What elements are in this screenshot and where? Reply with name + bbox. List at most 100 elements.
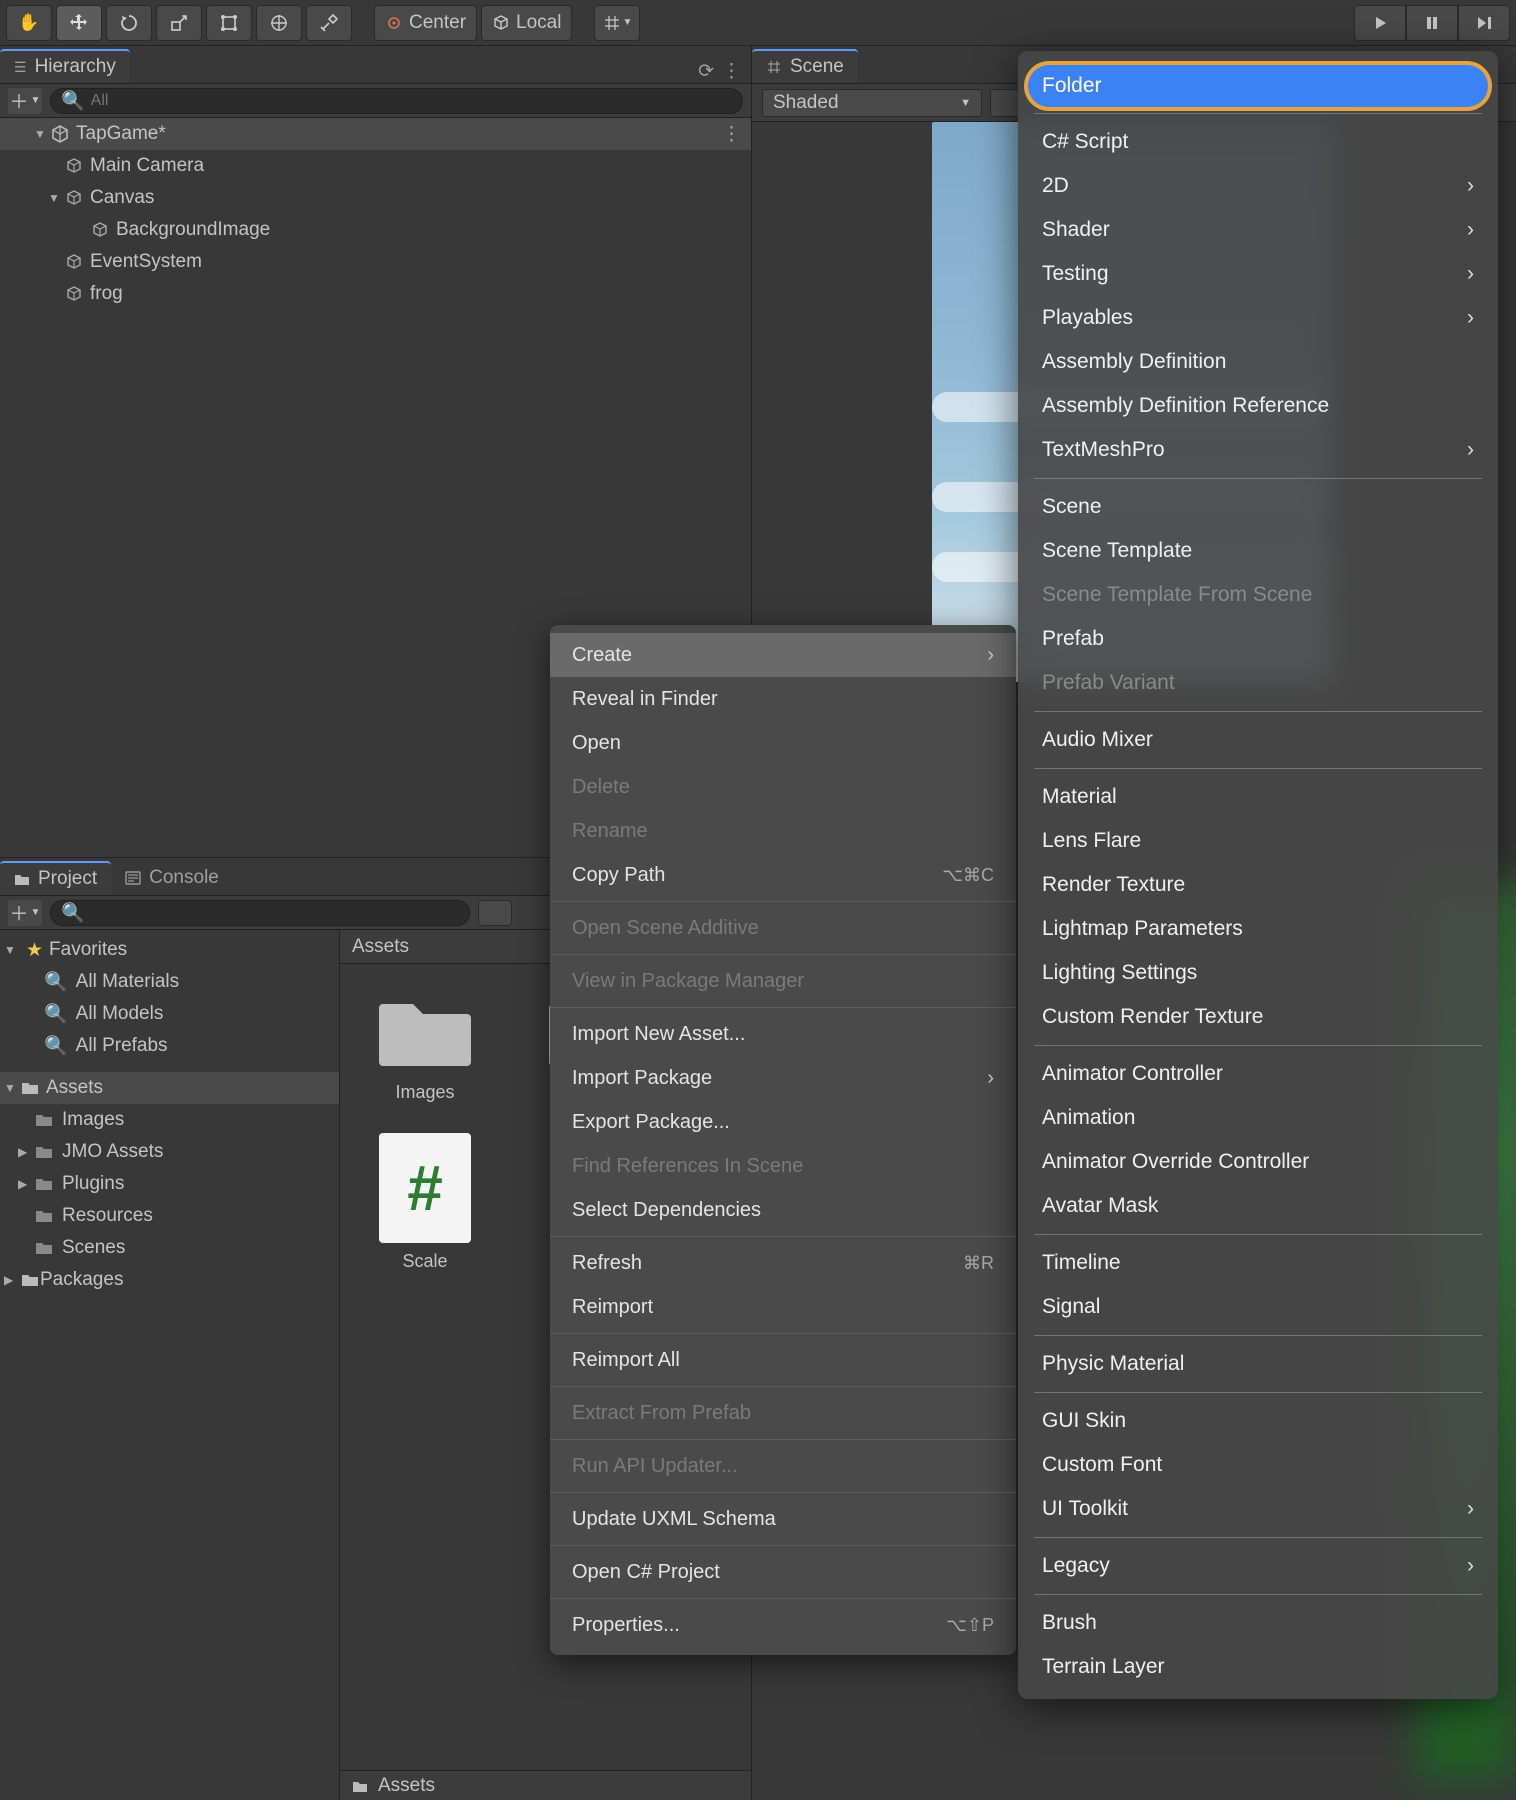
scale-tool-button[interactable] [156,5,202,41]
assets-header[interactable]: ▼ Assets [0,1072,339,1104]
hierarchy-item[interactable]: ▼Canvas [0,182,751,214]
context-menu-item[interactable]: Create› [550,633,1016,677]
create-menu-item[interactable]: Avatar Mask [1018,1184,1498,1228]
step-button[interactable] [1458,5,1510,41]
project-search-input[interactable] [91,904,459,922]
project-context-menu: Create›Reveal in FinderOpenDeleteRenameC… [550,625,1016,1655]
pivot-mode-button[interactable]: Center [374,5,477,41]
context-menu-item[interactable]: Reimport [550,1285,1016,1329]
project-grid-header-label: Assets [352,936,409,958]
create-menu-item[interactable]: TextMeshPro› [1018,428,1498,472]
favorite-item[interactable]: 🔍All Materials [0,966,339,998]
lock-icon[interactable]: ⟳ [698,60,714,83]
create-menu-item[interactable]: Lens Flare [1018,819,1498,863]
scene-menu-button[interactable]: ⋮ [722,123,741,146]
snap-button[interactable]: ▼ [594,5,640,41]
chevron-right-icon: › [1467,306,1474,330]
project-folder-item[interactable]: ▶Plugins [0,1168,339,1200]
project-folder-label: Images [62,1109,124,1131]
pause-button[interactable] [1406,5,1458,41]
context-menu-item[interactable]: Properties...⌥⇧P [550,1603,1016,1647]
play-button[interactable] [1354,5,1406,41]
create-menu-item[interactable]: Render Texture [1018,863,1498,907]
context-menu-item[interactable]: Refresh⌘R [550,1241,1016,1285]
favorite-item[interactable]: 🔍All Prefabs [0,1030,339,1062]
shading-mode-label: Shaded [773,92,839,114]
project-folder-item[interactable]: Resources [0,1200,339,1232]
create-menu-item-label: Assembly Definition [1042,350,1226,374]
create-menu-item[interactable]: UI Toolkit› [1018,1487,1498,1531]
create-menu-item[interactable]: Scene [1018,485,1498,529]
project-folder-item[interactable]: Images [0,1104,339,1136]
create-menu-item[interactable]: Assembly Definition Reference [1018,384,1498,428]
create-menu-item[interactable]: Physic Material [1018,1342,1498,1386]
create-menu-item[interactable]: Brush [1018,1601,1498,1645]
more-icon[interactable]: ⋮ [722,60,741,83]
project-tab[interactable]: Project [0,861,111,895]
console-tab[interactable]: Console [111,861,233,895]
project-filter-button[interactable] [478,900,512,926]
project-folder-item[interactable]: Scenes [0,1232,339,1264]
scene-tab[interactable]: Scene [752,49,858,83]
create-menu-item[interactable]: Legacy› [1018,1544,1498,1588]
create-menu-item[interactable]: Folder [1028,65,1488,107]
project-folder-item[interactable]: ▶JMO Assets [0,1136,339,1168]
create-menu-item[interactable]: Audio Mixer [1018,718,1498,762]
create-menu-item[interactable]: Animation [1018,1096,1498,1140]
packages-header[interactable]: ▶ Packages [0,1264,339,1296]
hierarchy-item[interactable]: Main Camera [0,150,751,182]
context-menu-item[interactable]: Update UXML Schema [550,1497,1016,1541]
create-menu-item[interactable]: Signal [1018,1285,1498,1329]
context-menu-item[interactable]: Open [550,721,1016,765]
create-menu-item[interactable]: Playables› [1018,296,1498,340]
context-menu-item[interactable]: Export Package... [550,1100,1016,1144]
transform-tool-button[interactable] [256,5,302,41]
project-grid-item[interactable]: #Scale [360,1133,490,1272]
create-menu-item[interactable]: Custom Render Texture [1018,995,1498,1039]
context-menu-item: Open Scene Additive [550,906,1016,950]
context-menu-item[interactable]: Reimport All [550,1338,1016,1382]
coordinate-mode-button[interactable]: Local [481,5,572,41]
context-menu-item[interactable]: Copy Path⌥⌘C [550,853,1016,897]
context-menu-item[interactable]: Select Dependencies [550,1188,1016,1232]
hierarchy-item[interactable]: EventSystem [0,246,751,278]
hand-tool-button[interactable]: ✋ [6,5,52,41]
create-menu-item[interactable]: Animator Override Controller [1018,1140,1498,1184]
create-menu-item[interactable]: Assembly Definition [1018,340,1498,384]
create-menu-item[interactable]: Animator Controller [1018,1052,1498,1096]
create-menu-item[interactable]: Custom Font [1018,1443,1498,1487]
favorites-header[interactable]: ▼ ★ Favorites [0,934,339,966]
hierarchy-item[interactable]: frog [0,278,751,310]
create-menu-item[interactable]: Shader› [1018,208,1498,252]
rect-tool-button[interactable] [206,5,252,41]
context-menu-item[interactable]: Import Package› [550,1056,1016,1100]
hierarchy-add-button[interactable]: ＋▼ [8,88,42,114]
create-menu-item[interactable]: Terrain Layer [1018,1645,1498,1689]
create-menu-item[interactable]: Lighting Settings [1018,951,1498,995]
hierarchy-tab[interactable]: ☰ Hierarchy [0,49,130,83]
create-menu-item[interactable]: Lightmap Parameters [1018,907,1498,951]
create-menu-item[interactable]: Timeline [1018,1241,1498,1285]
create-menu-item[interactable]: C# Script [1018,120,1498,164]
hierarchy-search-input[interactable] [91,92,732,110]
create-menu-item[interactable]: Prefab [1018,617,1498,661]
scene-row[interactable]: ▼ TapGame* ⋮ [0,118,751,150]
project-add-button[interactable]: ＋▼ [8,900,42,926]
move-tool-button[interactable] [56,5,102,41]
favorite-item[interactable]: 🔍All Models [0,998,339,1030]
hierarchy-item[interactable]: BackgroundImage [0,214,751,246]
rotate-tool-button[interactable] [106,5,152,41]
shading-mode-dropdown[interactable]: Shaded ▼ [762,89,982,117]
project-grid-item[interactable]: Images [360,984,490,1103]
hierarchy-search[interactable]: 🔍 [50,88,743,114]
project-search[interactable]: 🔍 [50,900,470,926]
create-menu-item[interactable]: GUI Skin [1018,1399,1498,1443]
context-menu-item[interactable]: Reveal in Finder [550,677,1016,721]
custom-tool-button[interactable] [306,5,352,41]
create-menu-item[interactable]: Testing› [1018,252,1498,296]
context-menu-item[interactable]: Import New Asset... [550,1012,1016,1056]
create-menu-item[interactable]: Material [1018,775,1498,819]
create-menu-item[interactable]: Scene Template [1018,529,1498,573]
context-menu-item[interactable]: Open C# Project [550,1550,1016,1594]
create-menu-item[interactable]: 2D› [1018,164,1498,208]
